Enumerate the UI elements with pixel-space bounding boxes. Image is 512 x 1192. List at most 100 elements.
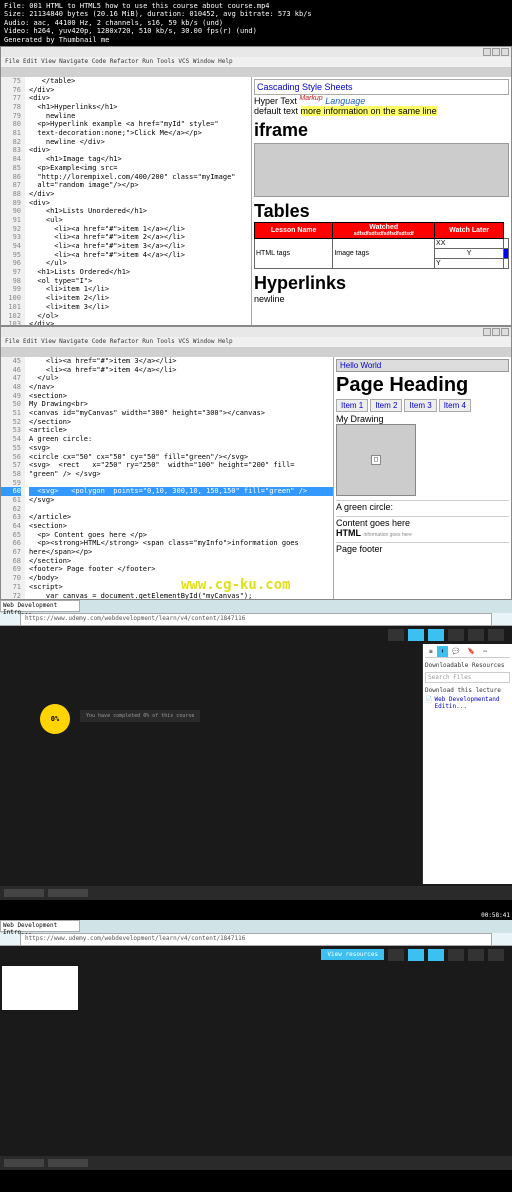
fullscreen-icon[interactable] <box>488 629 504 641</box>
timestamp: 00:31:21 <box>480 319 509 326</box>
default-line: default text more information on the sam… <box>254 106 509 116</box>
fullscreen-icon[interactable] <box>488 949 504 961</box>
titlebar <box>1 47 511 57</box>
side-tabs: ≡ ⬇ 💬 🔖 ⋯ <box>425 646 510 658</box>
tab-bookmark-icon[interactable]: 🔖 <box>464 646 479 657</box>
minimize-icon[interactable] <box>483 48 491 56</box>
content-label: Content goes here <box>336 516 509 528</box>
video-controls[interactable] <box>0 1156 512 1170</box>
udemy-window-2: Web Development Intro... https://www.ude… <box>0 920 512 1170</box>
timestamp: 00:45:01 <box>481 592 510 599</box>
video-line: Video: h264, yuv420p, 1280x720, 510 kb/s… <box>4 27 508 35</box>
page-heading: Page Heading <box>336 374 509 397</box>
popup <box>2 966 78 1010</box>
share-icon[interactable] <box>448 949 464 961</box>
nav-tab[interactable]: Item 3 <box>404 399 436 412</box>
nav-tab[interactable]: Item 2 <box>370 399 402 412</box>
progress-text: You have completed 0% of this course <box>80 710 200 722</box>
lecture-link[interactable]: 📄 Web Developmentand Editin... <box>425 696 510 710</box>
nav-prev-icon[interactable] <box>388 949 404 961</box>
tab-chat-icon[interactable]: 💬 <box>448 646 463 657</box>
tables-heading: Tables <box>254 201 509 222</box>
udemy-header <box>0 626 512 644</box>
user-icon[interactable] <box>428 949 444 961</box>
col-later: Watch Later <box>435 222 504 238</box>
video-info-header: File: 001 HTML to HTML5 how to use this … <box>0 0 512 46</box>
code-editor[interactable]: </table></div><div> <h1>Hyperlinks</h1> … <box>25 77 251 325</box>
watermark: www.cg-ku.com <box>181 577 291 593</box>
menubar[interactable]: File Edit View Navigate Code Refactor Ru… <box>1 57 511 67</box>
browser-chrome: Web Development Intro... https://www.ude… <box>0 600 512 626</box>
nav-tab[interactable]: Item 1 <box>336 399 368 412</box>
canvas-handle: ◻ <box>371 455 381 465</box>
circle-label: A green circle: <box>336 500 509 512</box>
play-icon[interactable] <box>4 889 44 897</box>
line-gutter: 4546474849505152535455565758596061626364… <box>1 357 25 599</box>
canvas-preview: ◻ <box>336 424 416 496</box>
col-lesson: Lesson Name <box>255 222 333 238</box>
tab-download-icon[interactable]: ⬇ <box>437 646 449 657</box>
hello-title: Hello World <box>336 359 509 372</box>
tab-list-icon[interactable]: ≡ <box>425 646 437 657</box>
udemy-window-1: Web Development Intro... https://www.ude… <box>0 600 512 900</box>
gen-line: Generated by Thumbnail me <box>4 36 508 44</box>
download-label: Download this lecture <box>425 687 510 694</box>
maximize-icon[interactable] <box>492 328 500 336</box>
footer-label: Page footer <box>336 542 509 554</box>
audio-line: Audio: aac, 44100 Hz, 2 channels, s16, 5… <box>4 19 508 27</box>
tabbar[interactable] <box>1 347 511 357</box>
url-bar[interactable]: https://www.udemy.com/webdevelopment/lea… <box>20 613 492 626</box>
browser-tab[interactable]: Web Development Intro... <box>0 920 80 932</box>
scrubber[interactable] <box>48 1159 88 1167</box>
preview-pane: Cascading Style Sheets Hyper Text Markup… <box>251 77 511 325</box>
browser-tab[interactable]: Web Development Intro... <box>0 600 80 612</box>
tabbar[interactable] <box>1 67 511 77</box>
size-line: Size: 21134840 bytes (20.16 MiB), durati… <box>4 10 508 18</box>
scrubber[interactable] <box>48 889 88 897</box>
hypertext-line: Hyper Text Markup Language <box>254 95 509 106</box>
newline-text: newline <box>254 294 509 304</box>
progress-circle: 0% <box>40 704 70 734</box>
nav-tab[interactable]: Item 4 <box>439 399 471 412</box>
menubar[interactable]: File Edit View Navigate Code Refactor Ru… <box>1 337 511 347</box>
ide-window-1: File Edit View Navigate Code Refactor Ru… <box>0 46 512 326</box>
preview-pane-2: Hello World Page Heading Item 1Item 2Ite… <box>333 357 511 599</box>
hyperlinks-heading: Hyperlinks <box>254 273 509 294</box>
video-area[interactable]: 0% You have completed 0% of this course <box>0 644 422 884</box>
titlebar <box>1 327 511 337</box>
iframe-box <box>254 143 509 197</box>
share-icon[interactable] <box>448 629 464 641</box>
video-controls[interactable] <box>0 886 512 900</box>
settings-icon[interactable] <box>468 629 484 641</box>
col-watched: Watchedsdfsdfsdfsdfsdfsdfsdfsdf <box>333 222 435 238</box>
code-editor[interactable]: <li><a href="#">item 3</a></li> <li><a h… <box>25 357 333 599</box>
download-icon[interactable] <box>408 629 424 641</box>
maximize-icon[interactable] <box>492 48 500 56</box>
settings-icon[interactable] <box>468 949 484 961</box>
download-icon[interactable] <box>408 949 424 961</box>
drawing-label: My Drawing <box>336 414 509 424</box>
line-gutter: 7576777879808182838485868788899091929394… <box>1 77 25 325</box>
sidebar: ≡ ⬇ 💬 🔖 ⋯ Downloadable Resources Search … <box>422 644 512 884</box>
data-table: Lesson Name Watchedsdfsdfsdfsdfsdfsdfsdf… <box>254 222 509 269</box>
iframe-heading: iframe <box>254 120 509 141</box>
nav-prev-icon[interactable] <box>388 629 404 641</box>
user-icon[interactable] <box>428 629 444 641</box>
close-icon[interactable] <box>501 328 509 336</box>
tab-more-icon[interactable]: ⋯ <box>479 646 491 657</box>
css-heading: Cascading Style Sheets <box>254 79 509 95</box>
minimize-icon[interactable] <box>483 328 491 336</box>
side-title: Downloadable Resources <box>425 662 510 669</box>
close-icon[interactable] <box>501 48 509 56</box>
browser-chrome: Web Development Intro... https://www.ude… <box>0 920 512 946</box>
nav-tabs: Item 1Item 2Item 3Item 4 <box>336 399 509 412</box>
udemy-header: View resources <box>0 946 512 964</box>
play-icon[interactable] <box>4 1159 44 1167</box>
search-input[interactable]: Search Files <box>425 672 510 683</box>
resources-button[interactable]: View resources <box>321 949 384 960</box>
url-bar[interactable]: https://www.udemy.com/webdevelopment/lea… <box>20 933 492 946</box>
file-line: File: 001 HTML to HTML5 how to use this … <box>4 2 508 10</box>
ide-window-2: File Edit View Navigate Code Refactor Ru… <box>0 326 512 600</box>
html-info: HTML information goes here <box>336 528 509 538</box>
timestamp: 00:58:41 <box>481 912 510 919</box>
